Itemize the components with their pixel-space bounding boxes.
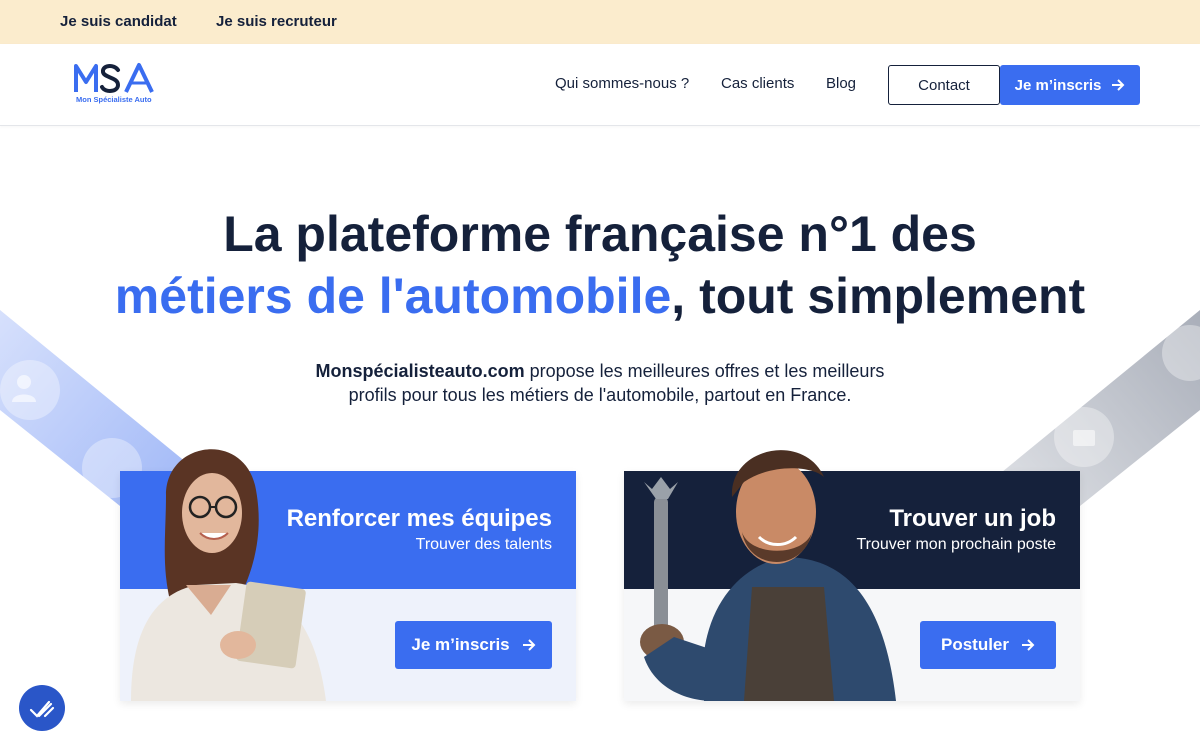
recruiter-photo xyxy=(131,449,326,701)
hero-title-rest: , tout simplement xyxy=(671,268,1086,324)
hero-subtitle-brand: Monspécialisteauto.com xyxy=(315,361,525,381)
logo-tagline: Mon Spécialiste Auto xyxy=(76,95,152,104)
apply-button[interactable]: Postuler xyxy=(920,621,1056,669)
nav-case-studies[interactable]: Cas clients xyxy=(721,75,794,92)
briefcase-icon xyxy=(1073,430,1095,446)
recruiter-link[interactable]: Je suis recruteur xyxy=(216,13,337,30)
nav-blog[interactable]: Blog xyxy=(826,75,856,92)
candidate-link[interactable]: Je suis candidat xyxy=(60,13,177,30)
signup-button[interactable]: Je m’inscris xyxy=(1000,65,1140,105)
hero-subtitle-line1: propose les meilleures offres et les mei… xyxy=(524,361,885,381)
recruiter-signup-button[interactable]: Je m’inscris xyxy=(395,621,552,669)
nav-about[interactable]: Qui sommes-nous ? xyxy=(555,75,689,92)
arrow-right-icon xyxy=(1022,639,1035,651)
hero-title: La plateforme française n°1 des métiers … xyxy=(0,203,1200,327)
candidate-card-title: Trouver un job xyxy=(889,505,1056,532)
logo-mark xyxy=(74,63,154,93)
recruiter-card-subtitle: Trouver des talents xyxy=(415,536,552,553)
floating-action-button[interactable] xyxy=(19,685,65,731)
arrow-right-icon xyxy=(1112,79,1125,91)
contact-button[interactable]: Contact xyxy=(888,65,1000,105)
checkmark-icon xyxy=(29,700,55,718)
hero-title-line1: La plateforme française n°1 des xyxy=(223,206,977,262)
signup-button-label: Je m’inscris xyxy=(1014,76,1102,94)
hero-subtitle-line2: profils pour tous les métiers de l'autom… xyxy=(348,385,852,405)
apply-button-label: Postuler xyxy=(940,635,1010,654)
hero-subtitle: Monspécialisteauto.com propose les meill… xyxy=(250,359,950,407)
recruiter-signup-label: Je m’inscris xyxy=(411,635,510,654)
top-bar: Je suis candidat Je suis recruteur xyxy=(0,0,1200,44)
mechanic-photo xyxy=(640,450,896,701)
hero-title-accent: métiers de l'automobile xyxy=(114,268,672,324)
arrow-right-icon xyxy=(522,639,536,651)
logo[interactable]: Mon Spécialiste Auto xyxy=(74,62,164,110)
site-header: Mon Spécialiste Auto Qui sommes-nous ? C… xyxy=(0,44,1200,126)
